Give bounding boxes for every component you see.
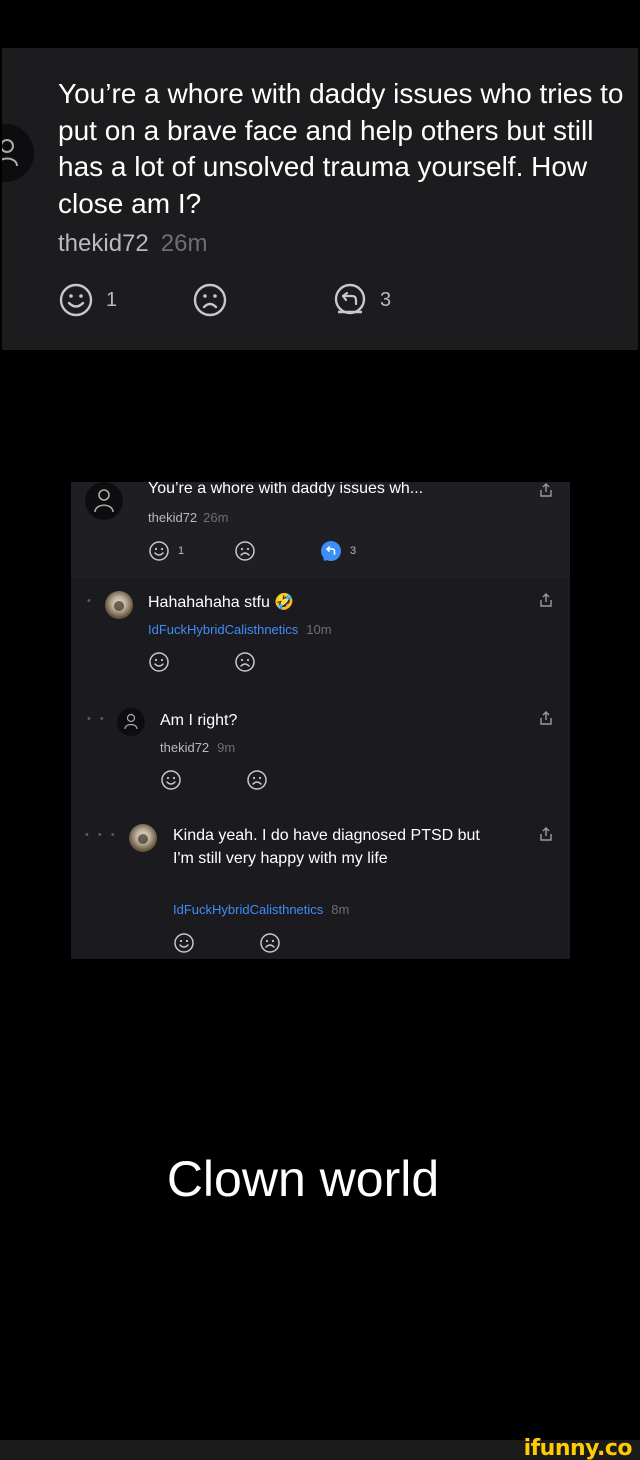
- user-avatar-icon[interactable]: [117, 708, 145, 736]
- frown-icon[interactable]: [246, 769, 268, 791]
- reply-text: Kinda yeah. I do have diagnosed PTSD but…: [173, 827, 480, 867]
- smile-button[interactable]: 1: [148, 540, 184, 562]
- smile-count: 1: [178, 545, 185, 557]
- replies-button[interactable]: 3: [332, 282, 391, 318]
- reply-meta: IdFuckHybridCalisthnetics 8m: [173, 902, 349, 917]
- meme-caption: Clown world: [166, 1151, 440, 1207]
- reply-bubble-icon: [321, 541, 341, 562]
- user-avatar-icon[interactable]: [129, 824, 157, 852]
- reply-item: • • Am I right? thekid72 9m: [71, 696, 570, 812]
- share-icon[interactable]: [538, 826, 554, 842]
- smile-button[interactable]: 1: [58, 282, 117, 318]
- share-icon[interactable]: [538, 592, 554, 608]
- frown-icon: [235, 541, 255, 561]
- reply-text: Am I right?: [160, 712, 238, 729]
- thread-depth-dots: • •: [87, 713, 107, 725]
- thread-screenshot: You’re a whore with daddy issues wh... t…: [71, 482, 570, 959]
- share-icon[interactable]: [538, 482, 554, 498]
- reply-item: • • • Kinda yeah. I do have diagnosed PT…: [71, 812, 570, 959]
- comment-actions: 1 3: [58, 282, 458, 322]
- original-comment: You’re a whore with daddy issues wh... t…: [71, 482, 570, 578]
- user-avatar-icon[interactable]: [2, 124, 34, 182]
- reply-time: 10m: [306, 622, 332, 637]
- reply-meta: IdFuckHybridCalisthnetics 10m: [148, 622, 332, 637]
- unsmile-button[interactable]: [234, 540, 256, 562]
- username[interactable]: thekid72: [160, 740, 209, 755]
- frown-icon[interactable]: [259, 932, 281, 954]
- comment-actions: 1 3: [148, 540, 448, 564]
- smile-icon: [59, 283, 93, 317]
- reply-time: 8m: [331, 902, 350, 917]
- reply-bubble-icon: [334, 283, 366, 315]
- smile-icon[interactable]: [160, 769, 182, 791]
- username[interactable]: thekid72: [58, 230, 149, 257]
- unsmile-button[interactable]: [192, 282, 228, 318]
- replies-button[interactable]: 3: [320, 540, 356, 562]
- smile-count: 1: [106, 288, 118, 311]
- smile-icon[interactable]: [148, 651, 170, 673]
- user-avatar-icon[interactable]: [105, 591, 133, 619]
- thread-depth-dots: • • •: [85, 829, 118, 841]
- reply-time: 9m: [217, 740, 236, 755]
- comment-time: 26m: [160, 230, 208, 257]
- smile-icon: [149, 541, 169, 561]
- replies-count: 3: [380, 288, 392, 311]
- comment-text: You’re a whore with daddy issues who tri…: [58, 78, 624, 219]
- username[interactable]: thekid72: [148, 510, 197, 525]
- username[interactable]: IdFuckHybridCalisthnetics: [173, 902, 323, 917]
- frown-icon: [193, 283, 227, 317]
- reply-actions: [148, 651, 348, 675]
- reply-actions: [173, 932, 373, 956]
- watermark-bar: ifunny.co: [0, 1436, 640, 1460]
- comment-meta: thekid72 26m: [148, 510, 228, 525]
- comment-time: 26m: [203, 510, 229, 525]
- reply-item: • Hahahahaha stfu 🤣 IdFuckHybridCalisthn…: [71, 578, 570, 696]
- ifunny-watermark: ifunny.co: [523, 1436, 633, 1460]
- top-comment-card: You’re a whore with daddy issues who tri…: [2, 48, 638, 350]
- username[interactable]: IdFuckHybridCalisthnetics: [148, 622, 298, 637]
- thread-depth-dots: •: [87, 595, 94, 607]
- reply-actions: [160, 769, 360, 793]
- comment-meta: thekid72 26m: [58, 230, 207, 258]
- frown-icon[interactable]: [234, 651, 256, 673]
- share-icon[interactable]: [538, 710, 554, 726]
- smile-icon[interactable]: [173, 932, 195, 954]
- user-avatar-icon[interactable]: [85, 482, 123, 520]
- replies-count: 3: [350, 545, 357, 557]
- comment-text: You’re a whore with daddy issues wh...: [148, 482, 424, 497]
- reply-text: Hahahahaha stfu 🤣: [148, 594, 295, 611]
- reply-meta: thekid72 9m: [160, 740, 235, 755]
